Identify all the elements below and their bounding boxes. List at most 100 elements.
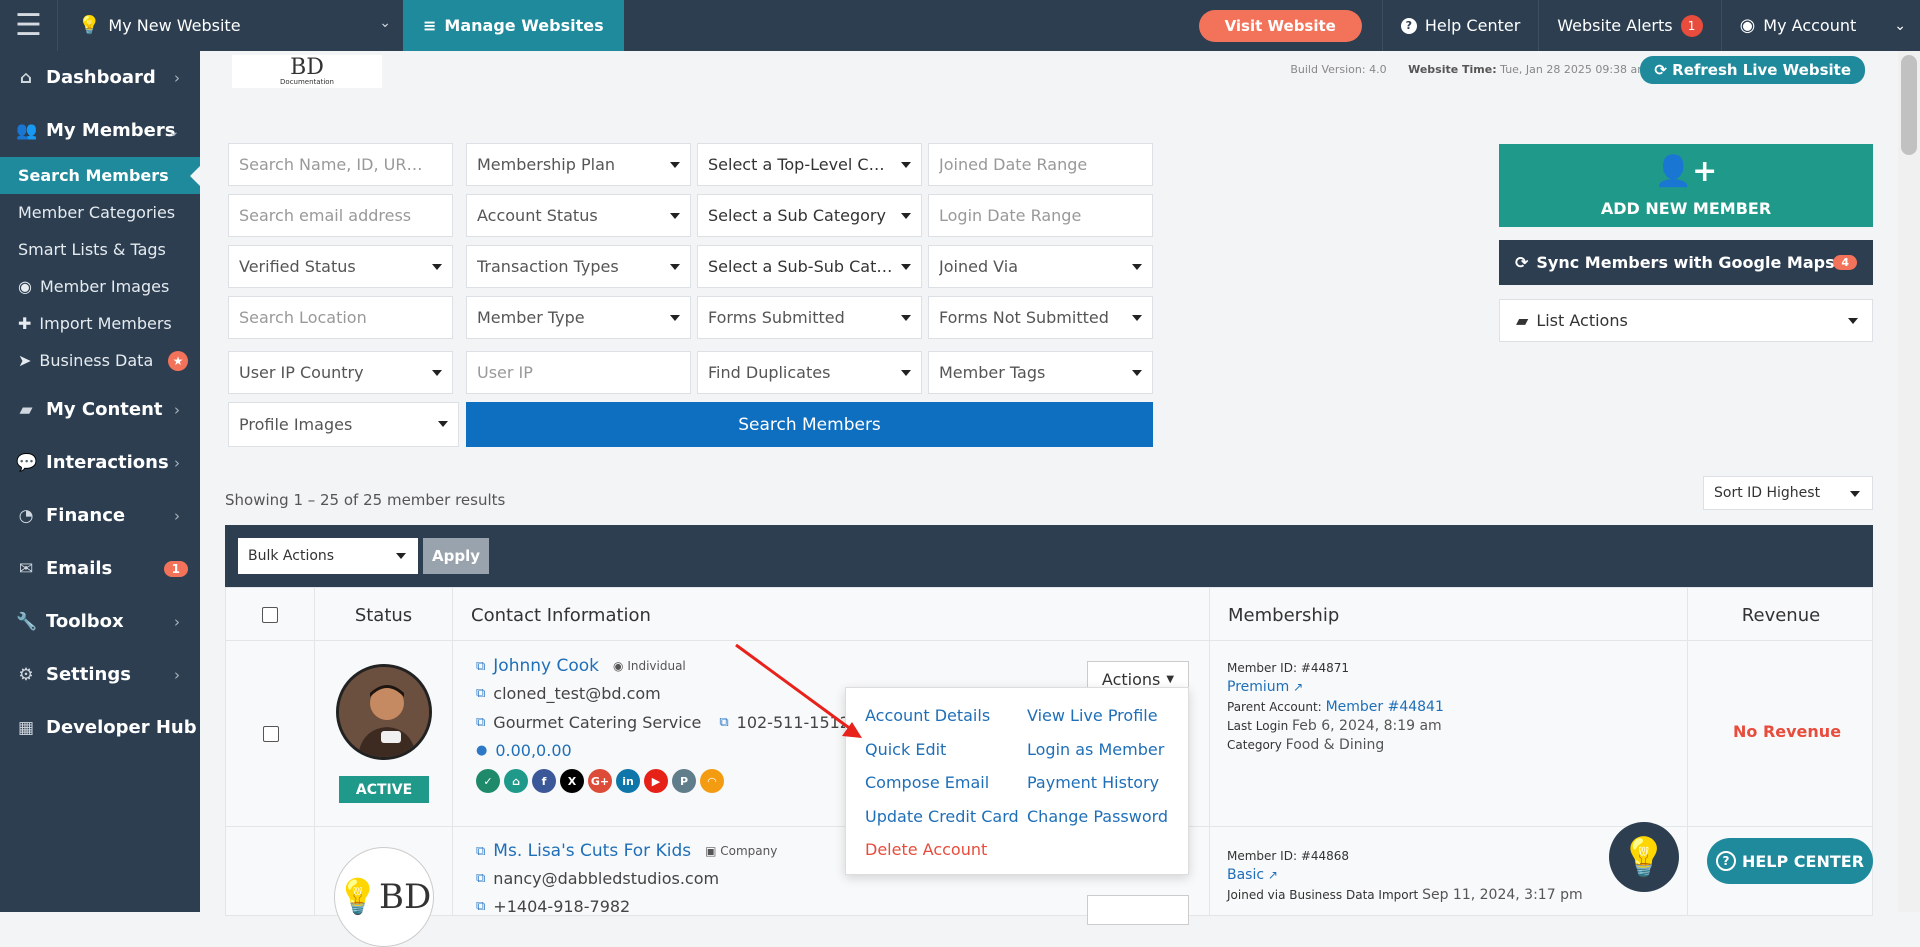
- list-actions-dropdown[interactable]: ▰ List Actions: [1499, 299, 1873, 342]
- lightbulb-icon[interactable]: 💡: [1609, 822, 1679, 892]
- youtube-icon[interactable]: ▶: [644, 769, 668, 793]
- sidebar-sub-business-data[interactable]: ➤ Business Data ★: [0, 342, 200, 379]
- copy-icon[interactable]: ⧉: [476, 871, 485, 886]
- hamburger-icon[interactable]: ☰: [0, 0, 57, 51]
- sync-google-maps-button[interactable]: ⟳ Sync Members with Google Maps 4: [1499, 240, 1873, 285]
- find-duplicates-select[interactable]: Find Duplicates: [697, 351, 922, 394]
- parent-link[interactable]: Member #44841: [1326, 699, 1444, 715]
- menu-account-details[interactable]: Account Details: [865, 706, 990, 725]
- add-new-member-button[interactable]: 👤+ ADD NEW MEMBER: [1499, 144, 1873, 227]
- plan-link[interactable]: Premium ↗: [1227, 679, 1303, 695]
- member-tags-select[interactable]: Member Tags: [928, 351, 1153, 394]
- website-selector[interactable]: 💡 My New Website ⌄: [57, 0, 403, 51]
- my-account-menu[interactable]: ◉ My Account ⌄: [1720, 0, 1920, 51]
- help-center-link[interactable]: ? Help Center: [1381, 0, 1538, 51]
- help-center-button[interactable]: ? HELP CENTER: [1707, 838, 1873, 884]
- plan-link[interactable]: Basic ↗: [1227, 867, 1278, 883]
- refresh-icon: ⟳: [1654, 61, 1667, 79]
- select-all-checkbox[interactable]: [262, 607, 278, 623]
- sidebar-item-interactions[interactable]: 💬 Interactions ›: [0, 436, 200, 489]
- manage-websites-label: Manage Websites: [444, 16, 604, 35]
- sidebar-item-developer-hub[interactable]: ▦ Developer Hub: [0, 701, 200, 754]
- sort-select[interactable]: Sort ID Highest: [1703, 476, 1873, 510]
- member-coordinates[interactable]: ● 0.00,0.00: [476, 741, 572, 760]
- apply-button[interactable]: Apply: [423, 538, 489, 574]
- sidebar-item-toolbox[interactable]: 🔧 Toolbox ›: [0, 595, 200, 648]
- sidebar-item-my-members[interactable]: 👥 My Members ⌄: [0, 104, 200, 157]
- menu-update-credit-card[interactable]: Update Credit Card: [865, 807, 1019, 826]
- user-ip-input[interactable]: User IP: [466, 351, 691, 394]
- forms-not-submitted-select[interactable]: Forms Not Submitted: [928, 296, 1153, 339]
- external-link-icon: ↗: [1293, 680, 1304, 694]
- search-location-input[interactable]: Search Location: [228, 296, 453, 339]
- member-type-select[interactable]: Member Type: [466, 296, 691, 339]
- verified-icon[interactable]: ✓: [476, 769, 500, 793]
- member-phone: ⧉ +1404-918-7982: [476, 897, 630, 916]
- member-id-value: #44868: [1300, 849, 1350, 863]
- scrollbar-thumb[interactable]: [1901, 55, 1917, 155]
- sidebar-item-dashboard[interactable]: ⌂ Dashboard ›: [0, 51, 200, 104]
- last-login-label: Last Login: [1227, 719, 1289, 733]
- sidebar-item-label: My Members: [46, 120, 176, 141]
- bulk-actions-select[interactable]: Bulk Actions: [238, 538, 418, 574]
- globe-icon: ●: [476, 743, 488, 758]
- row-checkbox[interactable]: [263, 726, 279, 742]
- member-name-link[interactable]: ⧉ Johnny Cook ◉ Individual: [476, 656, 686, 676]
- sidebar-sub-member-categories[interactable]: Member Categories: [0, 194, 200, 231]
- menu-change-password[interactable]: Change Password: [1027, 807, 1168, 826]
- sub-category-select[interactable]: Select a Sub Category: [697, 194, 922, 237]
- select-value: Member Type: [477, 308, 585, 327]
- member-type-label: Company: [720, 844, 778, 858]
- sidebar-item-my-content[interactable]: ▰ My Content ›: [0, 383, 200, 436]
- top-category-select[interactable]: Select a Top-Level Category: [697, 143, 922, 186]
- forms-submitted-select[interactable]: Forms Submitted: [697, 296, 922, 339]
- avatar: [336, 664, 432, 760]
- profile-images-select[interactable]: Profile Images: [228, 402, 459, 447]
- menu-payment-history[interactable]: Payment History: [1027, 773, 1159, 792]
- copy-icon[interactable]: ⧉: [476, 715, 485, 730]
- pinterest-icon[interactable]: P: [672, 769, 696, 793]
- sidebar-sub-member-images[interactable]: ◉ Member Images: [0, 268, 200, 305]
- refresh-live-website-button[interactable]: ⟳ Refresh Live Website: [1640, 56, 1865, 84]
- login-date-range-input[interactable]: Login Date Range: [928, 194, 1153, 237]
- menu-login-as-member[interactable]: Login as Member: [1027, 740, 1164, 759]
- sidebar-item-label: Finance: [46, 505, 126, 526]
- sub-sub-category-select[interactable]: Select a Sub-Sub Category: [697, 245, 922, 288]
- sidebar-item-emails[interactable]: ✉ Emails 1: [0, 542, 200, 595]
- sidebar-item-finance[interactable]: ◔ Finance ›: [0, 489, 200, 542]
- rss-icon[interactable]: ◠: [700, 769, 724, 793]
- menu-delete-account[interactable]: Delete Account: [865, 840, 987, 859]
- membership-plan-select[interactable]: Membership Plan: [466, 143, 691, 186]
- menu-view-live-profile[interactable]: View Live Profile: [1027, 706, 1158, 725]
- user-ip-country-select[interactable]: User IP Country: [228, 351, 453, 394]
- search-email-input[interactable]: Search email address: [228, 194, 453, 237]
- search-members-button[interactable]: Search Members: [466, 402, 1153, 447]
- menu-quick-edit[interactable]: Quick Edit: [865, 740, 946, 759]
- refresh-label: Refresh Live Website: [1672, 61, 1851, 79]
- member-name-link[interactable]: ⧉ Ms. Lisa's Cuts For Kids ▣ Company: [476, 841, 777, 861]
- menu-compose-email[interactable]: Compose Email: [865, 773, 989, 792]
- copy-icon[interactable]: ⧉: [719, 715, 728, 730]
- facebook-icon[interactable]: f: [532, 769, 556, 793]
- sidebar-sub-search-members[interactable]: Search Members: [0, 157, 200, 194]
- joined-via-select[interactable]: Joined Via: [928, 245, 1153, 288]
- verified-status-select[interactable]: Verified Status: [228, 245, 453, 288]
- last-login-value: Feb 6, 2024, 8:19 am: [1292, 718, 1442, 734]
- scrollbar[interactable]: [1898, 51, 1920, 912]
- linkedin-icon[interactable]: in: [616, 769, 640, 793]
- copy-icon[interactable]: ⧉: [476, 686, 485, 701]
- actions-dropdown-button[interactable]: [1087, 895, 1189, 925]
- home-icon[interactable]: ⌂: [504, 769, 528, 793]
- sidebar-item-settings[interactable]: ⚙ Settings ›: [0, 648, 200, 701]
- x-twitter-icon[interactable]: X: [560, 769, 584, 793]
- account-status-select[interactable]: Account Status: [466, 194, 691, 237]
- transaction-types-select[interactable]: Transaction Types: [466, 245, 691, 288]
- manage-websites-button[interactable]: ≡ Manage Websites: [403, 0, 624, 51]
- search-name-input[interactable]: Search Name, ID, URL or Tag: [228, 143, 453, 186]
- sidebar-sub-import-members[interactable]: ✚ Import Members: [0, 305, 200, 342]
- website-alerts-link[interactable]: Website Alerts 1: [1538, 0, 1720, 51]
- joined-date-range-input[interactable]: Joined Date Range: [928, 143, 1153, 186]
- visit-website-button[interactable]: Visit Website: [1198, 9, 1362, 42]
- google-plus-icon[interactable]: G+: [588, 769, 612, 793]
- sidebar-sub-smart-lists[interactable]: Smart Lists & Tags: [0, 231, 200, 268]
